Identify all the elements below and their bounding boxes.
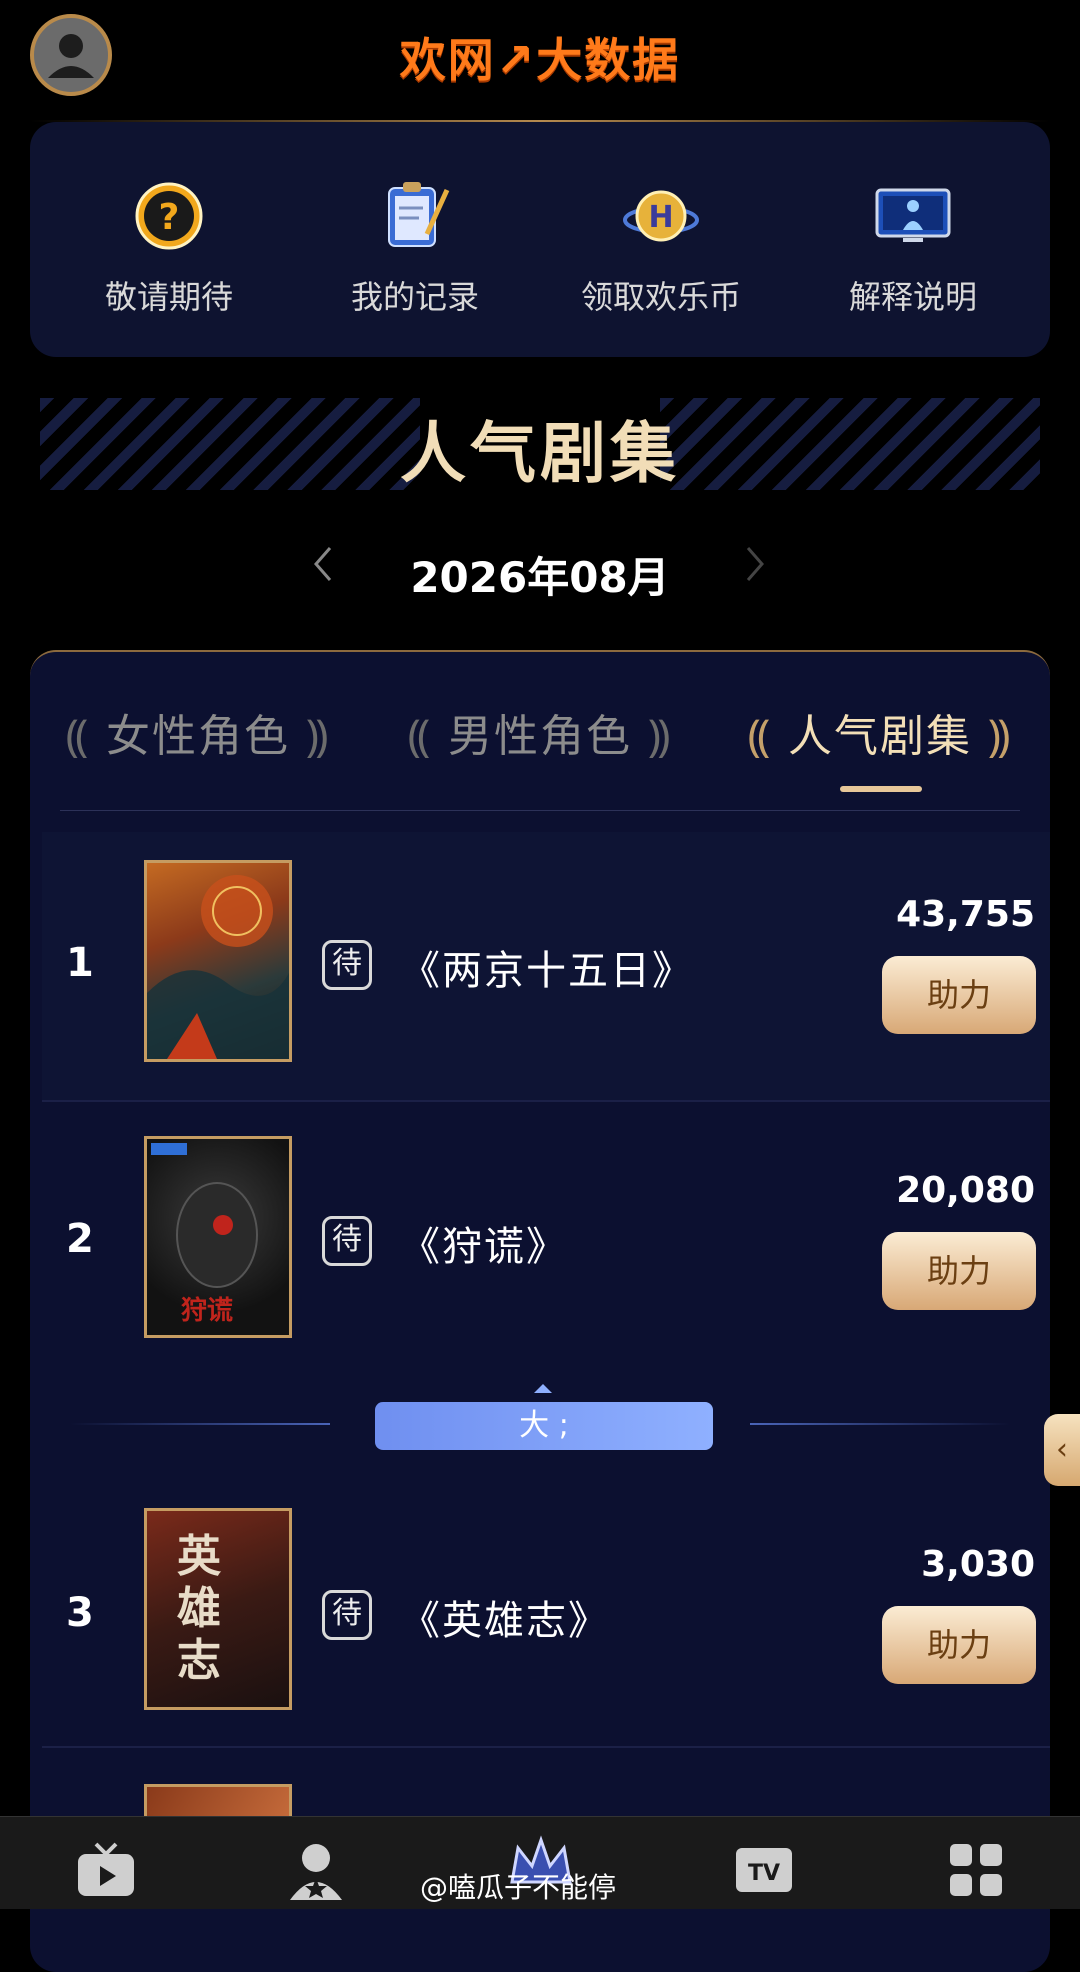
menu-item-my-records[interactable]: 我的记录 bbox=[290, 176, 540, 326]
drama-title[interactable]: 《两京十五日》 bbox=[400, 938, 694, 996]
divider-line-left bbox=[70, 1423, 330, 1425]
status-badge: 待 bbox=[322, 1590, 372, 1640]
prev-month-button[interactable] bbox=[310, 542, 334, 596]
chevron-left-icon bbox=[314, 547, 332, 581]
side-expand-tab[interactable]: ‹ bbox=[1044, 1414, 1080, 1486]
poster-art bbox=[147, 875, 289, 1059]
rank-divider-label: 大 ; bbox=[375, 1402, 713, 1450]
status-badge: 待 bbox=[322, 1216, 372, 1266]
menu-item-claim-coins[interactable]: H 领取欢乐币 bbox=[536, 176, 786, 326]
section-title: 人气剧集 bbox=[400, 415, 680, 492]
menu-label: 我的记录 bbox=[350, 278, 479, 316]
drama-title[interactable]: 《英雄志》 bbox=[400, 1588, 610, 1646]
h-coin-icon: H bbox=[623, 190, 699, 242]
menu-label: 解释说明 bbox=[848, 278, 977, 316]
laurel-right-icon: ⸩ bbox=[648, 711, 673, 762]
rank-number: 3 bbox=[66, 1590, 94, 1636]
svg-text:TV: TV bbox=[748, 1861, 780, 1886]
laurel-right-icon: ⸩ bbox=[988, 711, 1013, 762]
tab-label: 男性角色 bbox=[448, 711, 632, 762]
divider-line-right bbox=[750, 1423, 1010, 1425]
menu-item-coming-soon[interactable]: ? 敬请期待 bbox=[44, 176, 294, 326]
laurel-left-icon: ⸨ bbox=[65, 711, 90, 762]
chevron-right-icon bbox=[746, 547, 764, 581]
menu-item-explanation[interactable]: 解释说明 bbox=[788, 176, 1038, 326]
row-divider bbox=[42, 1746, 1050, 1748]
notepad-icon bbox=[388, 182, 450, 247]
question-icon: ? bbox=[135, 182, 203, 250]
tab-label: 女性角色 bbox=[106, 711, 290, 762]
user-star-icon[interactable] bbox=[286, 1840, 346, 1900]
svg-text:H: H bbox=[648, 200, 673, 235]
rank-number: 2 bbox=[66, 1216, 94, 1262]
poster-art: 英 雄 志 bbox=[177, 1531, 222, 1686]
status-badge: 待 bbox=[322, 940, 372, 990]
score-value: 3,030 bbox=[921, 1544, 1035, 1585]
active-tab-indicator bbox=[840, 786, 922, 792]
drama-poster[interactable] bbox=[144, 860, 292, 1062]
support-button[interactable]: 助力 bbox=[882, 1606, 1036, 1684]
tab-label: 人气剧集 bbox=[788, 711, 972, 762]
drama-poster[interactable]: 狩谎 bbox=[144, 1136, 292, 1338]
menu-label: 敬请期待 bbox=[104, 278, 233, 316]
tv-play-icon[interactable] bbox=[76, 1840, 136, 1900]
svg-text:英: 英 bbox=[177, 1531, 222, 1582]
grid-apps-icon[interactable] bbox=[946, 1840, 1006, 1900]
score-value: 43,755 bbox=[896, 894, 1035, 935]
rank-number: 1 bbox=[66, 940, 94, 986]
support-button[interactable]: 助力 bbox=[882, 956, 1036, 1034]
watermark: @嗑瓜子不能停 bbox=[420, 1871, 617, 1904]
month-label: 2026年08月 bbox=[410, 553, 670, 602]
support-button[interactable]: 助力 bbox=[882, 1232, 1036, 1310]
laurel-left-icon: ⸨ bbox=[747, 711, 772, 762]
svg-text:狩谎: 狩谎 bbox=[181, 1296, 233, 1326]
score-value: 20,080 bbox=[896, 1170, 1035, 1211]
next-month-button[interactable] bbox=[744, 542, 768, 596]
tv-text-icon[interactable]: TV bbox=[734, 1840, 794, 1900]
laurel-right-icon: ⸩ bbox=[306, 711, 331, 762]
svg-text:雄: 雄 bbox=[177, 1583, 221, 1634]
tv-screen-icon bbox=[875, 188, 951, 242]
tab-female-roles[interactable]: ⸨ 女性角色 ⸩ bbox=[48, 700, 348, 764]
svg-text:?: ? bbox=[159, 197, 180, 238]
tab-male-roles[interactable]: ⸨ 男性角色 ⸩ bbox=[390, 700, 690, 764]
menu-label: 领取欢乐币 bbox=[580, 278, 741, 316]
svg-text:志: 志 bbox=[177, 1635, 221, 1686]
avatar[interactable] bbox=[30, 14, 112, 96]
tab-popular-dramas[interactable]: ⸨ 人气剧集 ⸩ bbox=[730, 700, 1030, 764]
avatar-icon bbox=[48, 34, 94, 78]
caret-up-icon bbox=[534, 1384, 552, 1393]
row-divider bbox=[42, 1100, 1050, 1102]
drama-title[interactable]: 《狩谎》 bbox=[400, 1214, 568, 1272]
poster-art: 狩谎 bbox=[151, 1143, 258, 1326]
laurel-left-icon: ⸨ bbox=[407, 711, 432, 762]
tabs-divider bbox=[60, 810, 1020, 811]
brand-logo: 欢网↗大数据 bbox=[399, 33, 681, 87]
drama-poster[interactable]: 英 雄 志 bbox=[144, 1508, 292, 1710]
